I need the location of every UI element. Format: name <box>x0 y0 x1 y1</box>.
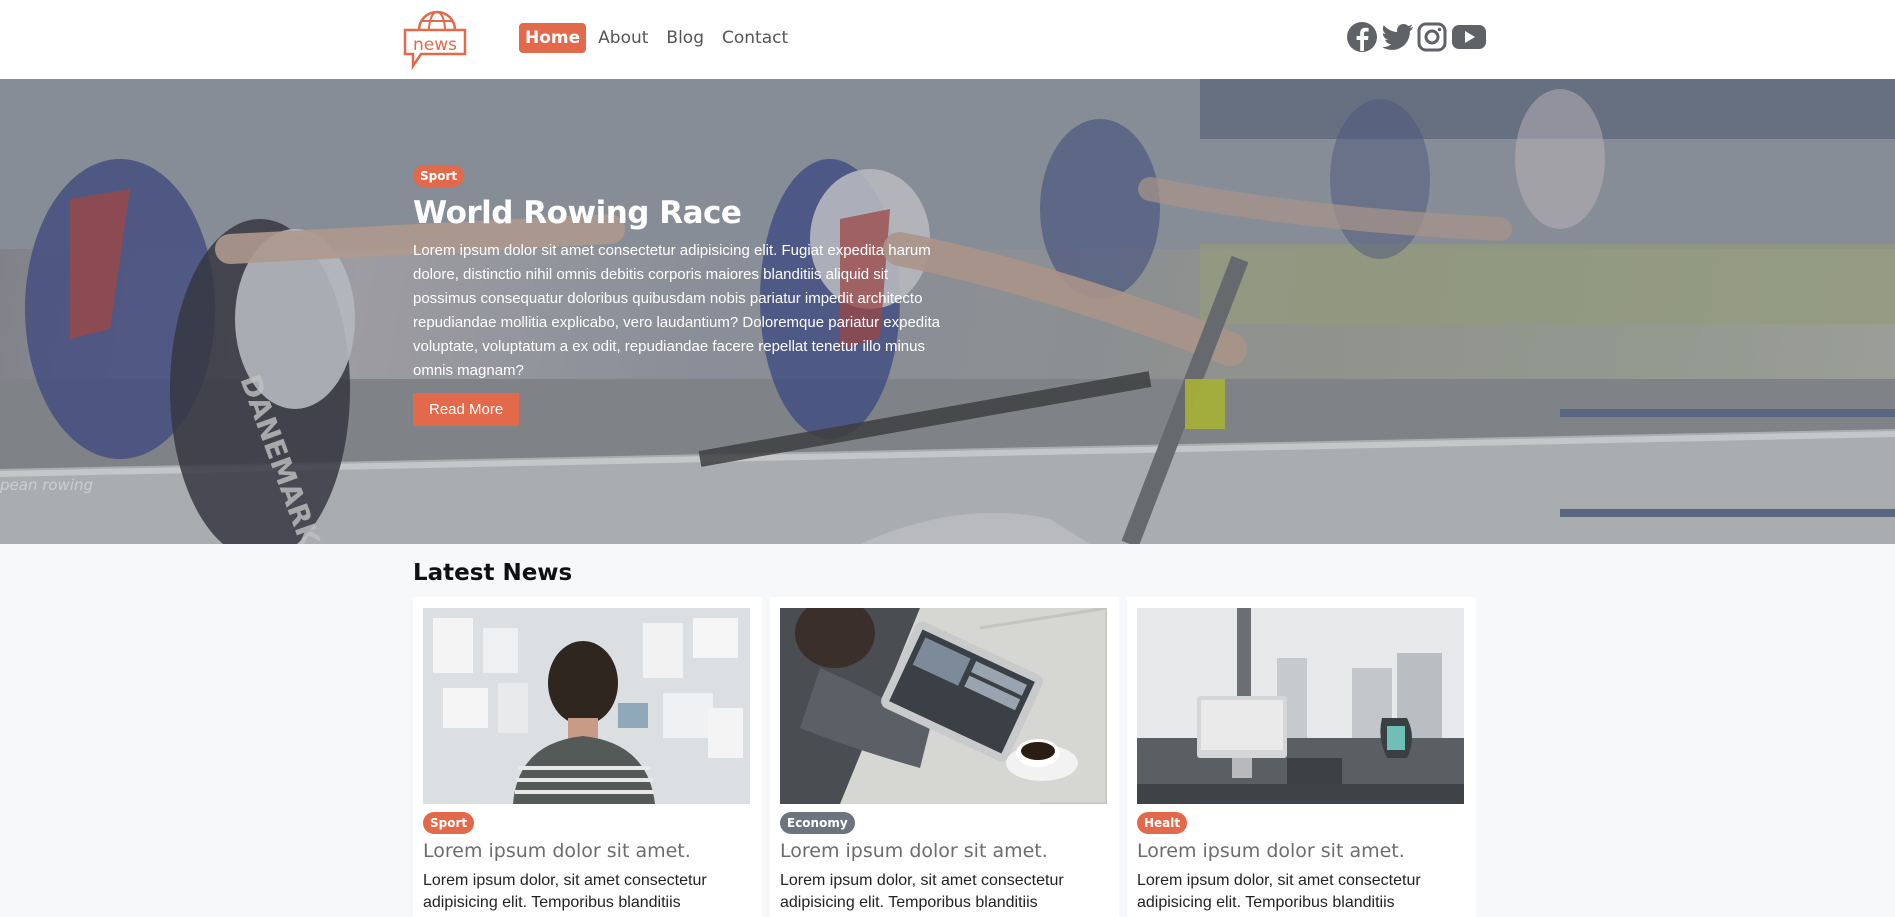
read-more-button[interactable]: Read More <box>413 393 520 426</box>
hero-banner: pean rowing DANEMARK Sport World Rowing … <box>0 79 1895 544</box>
nav-contact[interactable]: Contact <box>716 23 794 53</box>
instagram-icon[interactable] <box>1417 22 1447 52</box>
news-logo[interactable]: news <box>403 8 471 71</box>
card-title[interactable]: Lorem ipsum dolor sit amet. <box>423 840 752 862</box>
card-text: Lorem ipsum dolor, sit amet consectetur … <box>423 872 707 911</box>
card-title[interactable]: Lorem ipsum dolor sit amet. <box>780 840 1109 862</box>
globe-logo-icon: news <box>403 10 467 71</box>
news-card[interactable]: Healt Lorem ipsum dolor sit amet. Lorem … <box>1127 597 1476 917</box>
latest-news-heading: Latest News <box>413 560 573 586</box>
card-text: Lorem ipsum dolor, sit amet consectetur … <box>780 872 1064 911</box>
card-image-office-desk[interactable] <box>1137 608 1464 804</box>
card-image-person-at-board[interactable] <box>423 608 750 804</box>
card-category-badge[interactable]: Economy <box>780 812 855 834</box>
site-header: news Home About Blog Contact <box>0 0 1895 79</box>
twitter-icon[interactable] <box>1382 22 1413 52</box>
facebook-icon[interactable] <box>1347 22 1377 52</box>
youtube-icon[interactable] <box>1452 22 1486 52</box>
news-card[interactable]: Sport Lorem ipsum dolor sit amet. Lorem … <box>413 597 762 917</box>
main-nav: Home About Blog Contact <box>519 23 794 53</box>
card-text: Lorem ipsum dolor, sit amet consectetur … <box>1137 872 1421 911</box>
hero-content: Sport World Rowing Race Lorem ipsum dolo… <box>413 165 953 426</box>
svg-text:news: news <box>413 35 457 55</box>
card-image-tablet-coffee[interactable] <box>780 608 1107 804</box>
nav-home[interactable]: Home <box>519 23 587 53</box>
news-card[interactable]: Economy Lorem ipsum dolor sit amet. Lore… <box>770 597 1119 917</box>
hero-text: Lorem ipsum dolor sit amet consectetur a… <box>413 242 940 379</box>
nav-blog[interactable]: Blog <box>660 23 710 53</box>
social-links <box>1347 22 1486 52</box>
card-category-badge[interactable]: Sport <box>423 812 475 834</box>
card-category-badge[interactable]: Healt <box>1137 812 1188 834</box>
nav-about[interactable]: About <box>592 23 654 53</box>
hero-category-badge[interactable]: Sport <box>413 165 465 187</box>
hero-title[interactable]: World Rowing Race <box>413 195 953 231</box>
card-title[interactable]: Lorem ipsum dolor sit amet. <box>1137 840 1466 862</box>
